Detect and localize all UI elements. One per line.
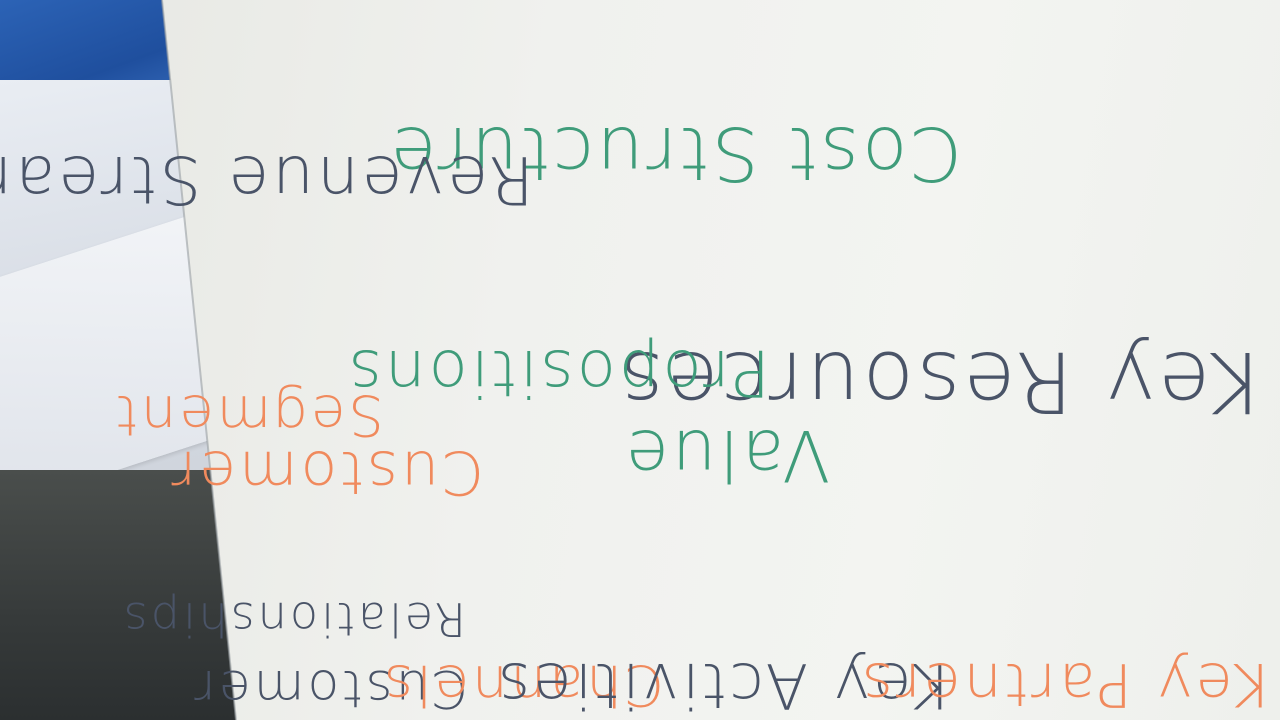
customer-segment-label-line2: Segment (112, 382, 384, 447)
value-propositions-label-line1: Value (622, 414, 830, 496)
key-partners-label: Key Partners (858, 649, 1272, 719)
value-propositions-label-line2: Propositions (345, 335, 770, 409)
handwritten-labels: Cost Structure Revenue Streams Key Resou… (0, 0, 1280, 720)
photo-scene: Cost Structure Revenue Streams Key Resou… (0, 0, 1280, 720)
revenue-streams-label: Revenue Streams (0, 141, 534, 218)
customer-relationships-label-line2: Relationships (120, 592, 466, 646)
customer-segment-label-line1: Customer (168, 437, 484, 507)
